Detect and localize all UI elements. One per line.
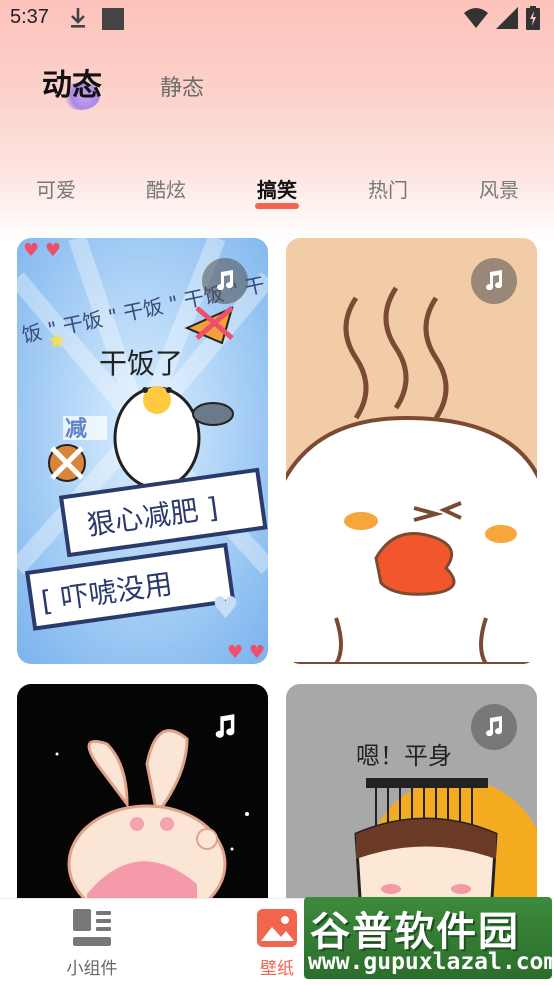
category-tab-hot[interactable]: 热门 [368,174,408,203]
battery-icon [526,6,540,30]
svg-text:干饭了: 干饭了 [99,347,183,380]
status-time: 5:37 [10,6,49,28]
svg-text:★: ★ [47,329,67,354]
watermark-logo: 谷普软件园 www.gupuxlazal.com [304,897,554,979]
status-right-icons [464,6,540,30]
nav-label-widgets: 小组件 [66,959,118,978]
category-tab-funny[interactable]: 搞笑 [257,174,297,203]
category-underline [255,203,299,209]
wallpaper-icon [257,909,297,947]
nav-item-widgets[interactable]: 小组件 [22,899,162,985]
tab-dynamic[interactable]: 动态 [42,60,102,104]
wallpaper-card[interactable] [17,684,268,914]
svg-text:♥: ♥ [212,591,239,626]
svg-text:♥ ♥: ♥ ♥ [23,240,61,261]
wallpaper-card[interactable]: ♥ ♥ 饭 " 干饭 " 干饭 " 干饭 " 干 干饭了 减 狠心减肥 ] [ … [17,238,268,664]
watermark-url: www.gupuxlazal.com [308,949,554,975]
signal-icon [496,7,518,29]
music-icon [202,258,248,304]
category-tab-cute[interactable]: 可爱 [36,174,76,203]
widgets-icon [73,909,111,946]
music-icon [471,258,517,304]
download-icon [71,8,85,28]
music-icon [471,704,517,750]
wifi-icon [464,8,488,28]
svg-text:嗯！平身: 嗯！平身 [356,742,452,770]
mode-tabs: 动态 静态 [0,56,554,116]
svg-text:♥ ♥: ♥ ♥ [227,642,265,663]
category-tabs: 可爱 酷炫 搞笑 热门 风景 [0,170,554,214]
square-icon [102,8,124,30]
wallpaper-card[interactable] [286,238,537,664]
category-tab-scenery[interactable]: 风景 [479,174,519,203]
category-tab-cool[interactable]: 酷炫 [146,174,186,203]
tab-static[interactable]: 静态 [160,70,204,102]
svg-text:减: 减 [65,416,87,442]
status-bar: 5:37 [0,0,554,38]
music-icon [202,704,248,750]
wallpaper-card[interactable]: 嗯！平身 [286,684,537,914]
